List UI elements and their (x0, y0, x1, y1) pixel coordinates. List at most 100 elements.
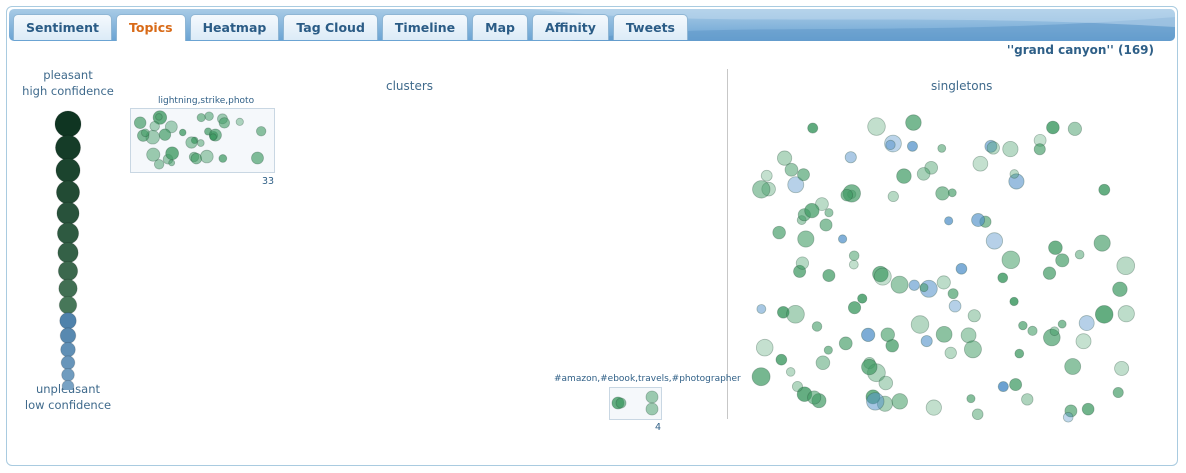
singleton-bubble[interactable] (819, 218, 833, 232)
singleton-bubble[interactable] (797, 168, 810, 182)
cluster-bubble[interactable] (256, 126, 267, 137)
cluster-bubble[interactable] (141, 128, 150, 138)
singleton-bubble[interactable] (791, 380, 803, 393)
singleton-bubble[interactable] (1001, 250, 1021, 270)
cluster-bubble[interactable] (133, 116, 147, 129)
singleton-bubble[interactable] (867, 117, 886, 136)
singleton-bubble[interactable] (861, 327, 876, 342)
singleton-bubble[interactable] (776, 150, 793, 166)
singleton-bubble[interactable] (1067, 121, 1082, 136)
singleton-bubble[interactable] (815, 355, 831, 371)
singleton-bubble[interactable] (772, 225, 786, 240)
singleton-bubble[interactable] (822, 269, 836, 282)
singleton-bubble[interactable] (824, 208, 834, 218)
singleton-bubble[interactable] (1112, 386, 1124, 399)
cluster-bubble[interactable] (235, 117, 244, 126)
singleton-bubble[interactable] (823, 345, 833, 355)
singleton-bubble[interactable] (905, 114, 922, 131)
singleton-bubble[interactable] (887, 190, 899, 203)
singleton-bubble[interactable] (1009, 378, 1023, 392)
singleton-bubble[interactable] (919, 283, 929, 293)
singleton-bubble[interactable] (880, 327, 895, 342)
singleton-bubble[interactable] (948, 299, 962, 313)
singleton-bubble[interactable] (937, 143, 947, 153)
singleton-bubble[interactable] (997, 272, 1009, 284)
singleton-bubble[interactable] (907, 140, 918, 152)
singleton-bubble[interactable] (775, 353, 788, 366)
singleton-bubble[interactable] (1049, 326, 1060, 337)
singleton-bubble[interactable] (1027, 325, 1038, 336)
singleton-bubble[interactable] (1057, 319, 1067, 329)
singleton-bubble[interactable] (935, 186, 950, 201)
cluster-bubble[interactable] (200, 149, 214, 164)
cluster-bubble[interactable] (165, 146, 179, 161)
cluster-bubble[interactable] (149, 120, 160, 132)
singleton-bubble[interactable] (838, 336, 853, 351)
cluster-bubble[interactable] (645, 402, 659, 416)
singleton-bubble[interactable] (997, 381, 1009, 393)
singleton-bubble[interactable] (1018, 320, 1028, 331)
singleton-bubble[interactable] (1116, 256, 1136, 276)
singleton-bubble[interactable] (1117, 305, 1135, 323)
cluster-bubble[interactable] (615, 397, 627, 409)
cluster-bubble[interactable] (251, 151, 264, 165)
cluster-bubble[interactable] (209, 133, 217, 141)
cluster-bubble[interactable] (204, 111, 214, 121)
cluster-bubble[interactable] (155, 113, 163, 121)
singleton-bubble[interactable] (971, 408, 984, 421)
cluster-bubble[interactable] (645, 390, 659, 404)
singleton-bubble[interactable] (857, 293, 868, 304)
cluster-bubble[interactable] (179, 128, 187, 137)
singleton-bubble[interactable] (807, 122, 819, 134)
singleton-bubble[interactable] (848, 259, 859, 270)
singleton-bubble[interactable] (1112, 281, 1128, 297)
singleton-bubble[interactable] (985, 232, 1004, 250)
singleton-bubble[interactable] (1074, 249, 1085, 260)
singleton-bubble[interactable] (786, 304, 805, 324)
singleton-bubble[interactable] (910, 315, 930, 334)
singleton-bubble[interactable] (797, 230, 815, 248)
cluster-bubble[interactable] (158, 128, 172, 141)
singleton-bubble[interactable] (1094, 305, 1114, 324)
singleton-bubble[interactable] (936, 275, 951, 290)
cluster-bubble[interactable] (196, 113, 206, 123)
singleton-bubble[interactable] (866, 392, 885, 411)
singleton-bubble[interactable] (873, 267, 892, 286)
singleton-bubble[interactable] (756, 304, 767, 314)
singleton-bubble[interactable] (963, 340, 982, 359)
singleton-bubble[interactable] (1046, 120, 1060, 135)
singleton-bubble[interactable] (1114, 360, 1130, 376)
singleton-bubble[interactable] (966, 394, 976, 404)
singleton-bubble[interactable] (972, 155, 989, 172)
singleton-bubble[interactable] (925, 399, 942, 416)
singleton-bubble[interactable] (955, 262, 968, 275)
singleton-bubble[interactable] (1078, 315, 1095, 331)
singleton-bubble[interactable] (751, 367, 771, 387)
singleton-bubble[interactable] (1075, 333, 1092, 350)
singleton-bubble[interactable] (840, 188, 854, 202)
singleton-bubble[interactable] (1009, 169, 1020, 179)
cluster-bubble[interactable] (196, 139, 205, 147)
singleton-bubble[interactable] (971, 213, 986, 227)
cluster-bubble[interactable] (146, 147, 161, 162)
singleton-bubble[interactable] (944, 216, 954, 226)
singleton-bubble[interactable] (1048, 240, 1063, 255)
singleton-bubble[interactable] (1002, 141, 1019, 158)
singleton-bubble[interactable] (935, 326, 953, 343)
singleton-bubble[interactable] (1033, 143, 1046, 156)
singleton-bubble[interactable] (916, 167, 931, 181)
singleton-bubble[interactable] (1093, 234, 1111, 252)
singleton-bubble[interactable] (896, 168, 912, 184)
singleton-bubble[interactable] (1042, 266, 1057, 280)
singleton-bubble[interactable] (1062, 411, 1074, 423)
singleton-bubble[interactable] (1081, 402, 1095, 416)
singleton-bubble[interactable] (891, 393, 908, 410)
singleton-bubble[interactable] (1098, 183, 1111, 196)
singleton-bubble[interactable] (1064, 358, 1082, 375)
cluster-bubble[interactable] (168, 159, 176, 167)
singleton-bubble[interactable] (1055, 253, 1070, 268)
singleton-bubble[interactable] (944, 346, 957, 360)
singleton-bubble[interactable] (811, 321, 823, 332)
singleton-bubble[interactable] (755, 338, 774, 357)
cluster-bubble[interactable] (218, 154, 228, 163)
